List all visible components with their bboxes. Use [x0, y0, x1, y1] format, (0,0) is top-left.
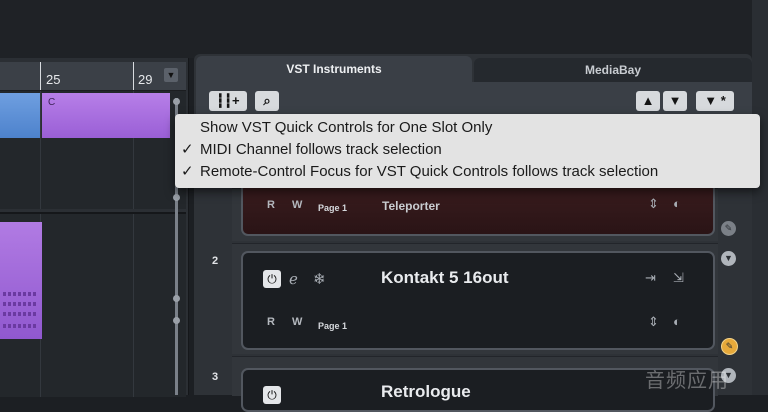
menu-item-show-quick-controls-one-slot[interactable]: Show VST Quick Controls for One Slot Onl…	[181, 117, 492, 139]
power-icon[interactable]: ⏻	[263, 270, 281, 288]
instrument-name[interactable]: Kontakt 5 16out	[381, 268, 509, 288]
instrument-slot-card[interactable]: R W Page 1 Teleporter ⇕ ◐	[241, 182, 715, 236]
scroll-handle[interactable]	[173, 98, 180, 105]
preset-stepper-icon[interactable]: ⇕	[648, 196, 659, 212]
edit-instrument-icon[interactable]: ✎	[721, 338, 738, 355]
quick-controls-page[interactable]: Page 1	[318, 203, 347, 213]
midi-part[interactable]	[0, 93, 40, 138]
scroll-handle[interactable]	[173, 194, 180, 201]
ruler-mark: 29	[138, 72, 153, 87]
midi-input-icon[interactable]: ⇥	[645, 270, 656, 286]
preset-name[interactable]: Teleporter	[382, 199, 440, 213]
midi-notes	[3, 302, 38, 306]
output-icon[interactable]: ⇲	[673, 270, 684, 286]
edit-instrument-icon[interactable]: ✎	[721, 221, 736, 236]
search-icon[interactable]: ⌕	[255, 91, 279, 111]
watermark: 音频应用	[645, 370, 729, 392]
tab-vst-instruments[interactable]: VST Instruments	[196, 56, 472, 82]
preset-browser-icon[interactable]: ◐	[673, 314, 681, 329]
checkmark: ✓	[181, 163, 194, 180]
edit-e-icon[interactable]: ℯ	[289, 270, 298, 288]
slot-number: 3	[212, 371, 219, 383]
quick-controls-page[interactable]: Page 1	[318, 321, 347, 331]
options-icon[interactable]: ▼ *	[696, 91, 734, 111]
options-menu: Show VST Quick Controls for One Slot Onl…	[175, 114, 760, 188]
write-automation-button[interactable]: W	[292, 316, 302, 328]
midi-notes	[3, 292, 38, 296]
menu-item-remote-control-focus[interactable]: ✓ Remote-Control Focus for VST Quick Cont…	[181, 161, 658, 183]
add-instrument-icon[interactable]: ┇┇+	[209, 91, 247, 111]
instrument-slot-card[interactable]: ⏻ ℯ ❄ Kontakt 5 16out ⇥ ⇲ R W Page 1 ⇕ ◐	[241, 251, 715, 350]
chevron-down-icon[interactable]: ▼	[164, 68, 178, 82]
menu-item-label: Show VST Quick Controls for One Slot Onl…	[200, 119, 493, 136]
move-up-icon[interactable]: ▲	[636, 91, 660, 111]
timeline-ruler[interactable]: 25 29 ▼	[0, 62, 186, 91]
grid-line	[133, 214, 134, 397]
power-icon[interactable]: ⏻	[263, 386, 281, 404]
instrument-name[interactable]: Retrologue	[381, 382, 471, 402]
menu-item-label: MIDI Channel follows track selection	[200, 141, 442, 158]
midi-part[interactable]: C	[41, 93, 170, 138]
ruler-tick	[133, 62, 134, 90]
move-down-icon[interactable]: ▼	[663, 91, 687, 111]
scroll-handle[interactable]	[173, 317, 180, 324]
slot-number: 2	[212, 255, 219, 267]
top-bar	[0, 0, 768, 58]
midi-part[interactable]	[0, 222, 42, 339]
tab-mediabay[interactable]: MediaBay	[474, 58, 752, 82]
midi-notes	[3, 312, 38, 316]
write-automation-button[interactable]: W	[292, 199, 302, 211]
menu-item-midi-channel-follows[interactable]: ✓ MIDI Channel follows track selection	[181, 139, 442, 161]
read-automation-button[interactable]: R	[267, 316, 275, 328]
chevron-down-icon[interactable]: ▼	[721, 251, 736, 266]
midi-notes	[3, 324, 38, 328]
part-label: C	[48, 97, 56, 108]
read-automation-button[interactable]: R	[267, 199, 275, 211]
ruler-mark: 25	[46, 72, 61, 87]
instrument-slot-card[interactable]: ⏻ Retrologue	[241, 368, 715, 412]
menu-item-label: Remote-Control Focus for VST Quick Contr…	[200, 163, 659, 180]
freeze-icon[interactable]: ❄	[313, 270, 326, 288]
checkmark: ✓	[181, 141, 194, 158]
right-edge	[752, 0, 768, 395]
scroll-handle[interactable]	[173, 295, 180, 302]
preset-browser-icon[interactable]: ◐	[673, 196, 681, 211]
preset-stepper-icon[interactable]: ⇕	[648, 314, 659, 330]
ruler-tick	[40, 62, 41, 90]
